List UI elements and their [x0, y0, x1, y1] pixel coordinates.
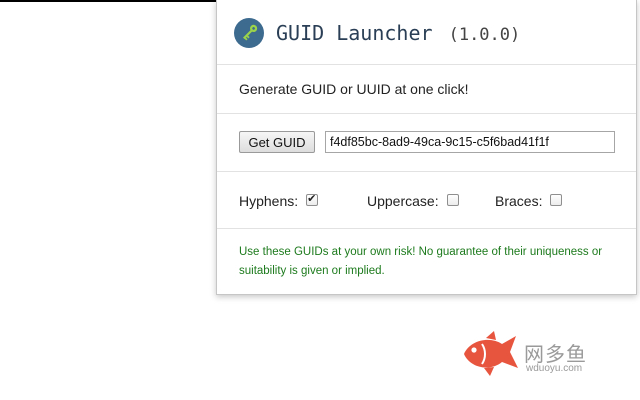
- braces-checkbox[interactable]: [550, 194, 563, 206]
- hyphens-option: Hyphens: ✔: [239, 193, 319, 209]
- uppercase-option: Uppercase:: [367, 193, 459, 209]
- hyphens-label: Hyphens:: [239, 193, 299, 209]
- tagline-section: Generate GUID or UUID at one click!: [217, 65, 636, 114]
- guid-output-field[interactable]: [325, 131, 615, 153]
- disclaimer-text: Use these GUIDs at your own risk! No gua…: [239, 246, 603, 277]
- uppercase-label: Uppercase:: [367, 193, 439, 209]
- top-border-line: [0, 0, 216, 2]
- fish-icon: [460, 330, 522, 378]
- watermark: 网多鱼 wduoyu.com: [460, 330, 600, 378]
- checkmark-icon: ✔: [307, 193, 317, 205]
- braces-label: Braces:: [495, 193, 543, 209]
- app-title: GUID Launcher (1.0.0): [276, 21, 520, 47]
- get-guid-button[interactable]: Get GUID: [239, 131, 315, 153]
- braces-option: Braces:: [495, 193, 563, 209]
- extension-popup: GUID Launcher (1.0.0) Generate GUID or U…: [216, 0, 637, 295]
- app-version: (1.0.0): [448, 25, 521, 45]
- app-title-text: GUID Launcher: [276, 21, 433, 45]
- options-section: Hyphens: ✔ Uppercase: Braces:: [217, 172, 636, 229]
- tagline-text: Generate GUID or UUID at one click!: [239, 81, 469, 97]
- popup-header: GUID Launcher (1.0.0): [217, 0, 636, 65]
- uppercase-checkbox[interactable]: [446, 194, 459, 206]
- generate-section: Get GUID: [217, 114, 636, 172]
- hyphens-checkbox[interactable]: ✔: [306, 193, 319, 206]
- key-icon: [234, 18, 264, 48]
- watermark-domain: wduoyu.com: [526, 363, 583, 374]
